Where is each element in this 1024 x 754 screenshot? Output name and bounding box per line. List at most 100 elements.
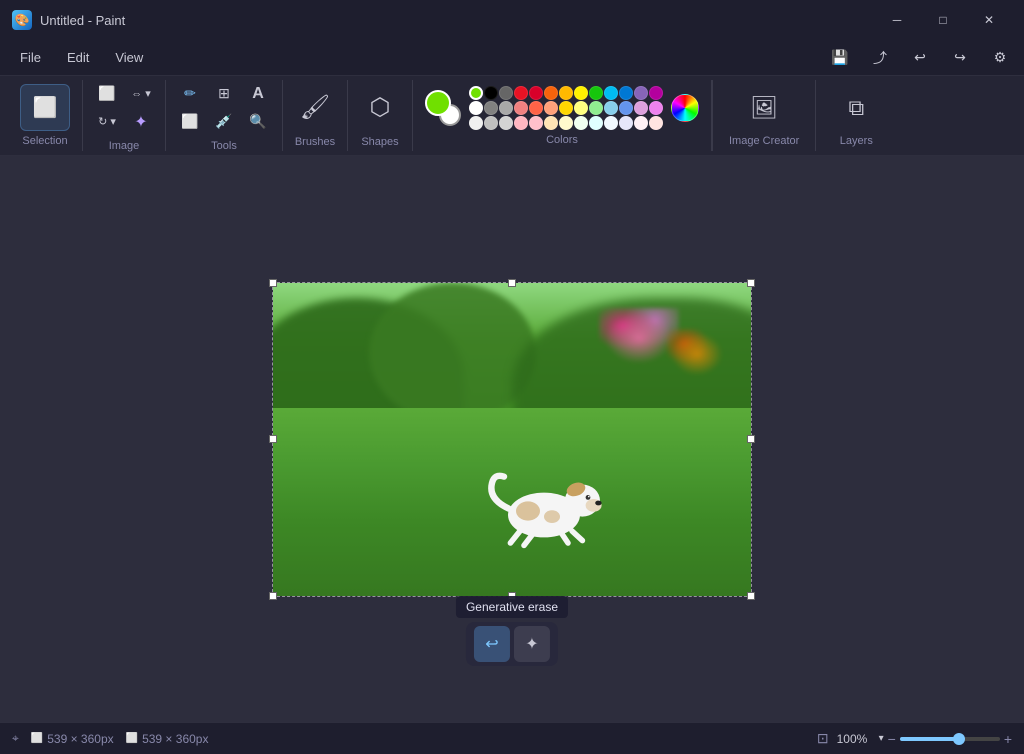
image-creator-group: 🖼 Image Creator xyxy=(712,80,815,151)
pencil-button[interactable]: ✏ xyxy=(174,80,206,108)
swatch-yellow[interactable] xyxy=(574,86,588,100)
resize-button[interactable]: ⇔ ▾ xyxy=(125,80,157,108)
share-button[interactable]: ⤴ xyxy=(864,44,896,72)
handle-top-right[interactable] xyxy=(747,279,755,287)
swatch-gold[interactable] xyxy=(559,86,573,100)
rotate-button[interactable]: ↻ ▾ xyxy=(91,108,123,136)
maximize-button[interactable]: □ xyxy=(920,4,966,36)
swatch-gray[interactable] xyxy=(499,86,513,100)
menu-view[interactable]: View xyxy=(103,46,155,69)
selection-size-text: 539 × 360px xyxy=(47,732,113,746)
canvas-area: Generative erase ↩ ✦ xyxy=(0,156,1024,722)
settings-button[interactable]: ⚙ xyxy=(984,44,1016,72)
swatch-red2[interactable] xyxy=(529,86,543,100)
swatch-lgreen[interactable] xyxy=(589,101,603,115)
swatch-honeydew[interactable] xyxy=(574,116,588,130)
swatch-gold2[interactable] xyxy=(559,101,573,115)
swatch-aliceblue[interactable] xyxy=(604,116,618,130)
selection-size-status: ⬜ 539 × 360px xyxy=(31,732,114,746)
zoom-slider[interactable] xyxy=(900,737,1000,741)
swatch-cyan[interactable] xyxy=(604,86,618,100)
swatch-orange[interactable] xyxy=(544,86,558,100)
color-picker-button[interactable] xyxy=(671,94,699,122)
swatch-silver[interactable] xyxy=(484,116,498,130)
swatch-lpink[interactable] xyxy=(514,116,528,130)
swatch-purple[interactable] xyxy=(634,86,648,100)
menu-file[interactable]: File xyxy=(8,46,53,69)
color-swatches xyxy=(469,86,663,130)
swatch-pink1[interactable] xyxy=(514,101,528,115)
zoom-button[interactable]: 🔍 xyxy=(242,108,274,136)
image-row1: ⬜ ⇔ ▾ xyxy=(91,80,157,108)
zoom-dropdown-button[interactable]: ▾ xyxy=(879,733,884,744)
image-creator-label: Image Creator xyxy=(729,135,799,147)
magic-select-button[interactable]: ✦ xyxy=(514,626,550,662)
zoom-value-text: 100% xyxy=(837,732,875,746)
handle-bot-left[interactable] xyxy=(269,592,277,600)
swatch-magenta[interactable] xyxy=(649,86,663,100)
swatch-tomato[interactable] xyxy=(529,101,543,115)
colors-inner xyxy=(425,86,699,130)
app-icon: 🎨 xyxy=(12,10,32,30)
save-button[interactable]: 💾 xyxy=(824,44,856,72)
handle-mid-right[interactable] xyxy=(747,435,755,443)
minimize-button[interactable]: ─ xyxy=(874,4,920,36)
swatch-lime[interactable] xyxy=(589,86,603,100)
brushes-button[interactable]: 🖌 xyxy=(291,84,339,132)
menu-bar: File Edit View 💾 ⤴ ↩ ↪ ⚙ xyxy=(0,40,1024,76)
swatch-gray2[interactable] xyxy=(484,101,498,115)
swatch-ly[interactable] xyxy=(574,101,588,115)
swatch-green[interactable] xyxy=(469,86,483,100)
zoom-in-button[interactable]: + xyxy=(1004,731,1012,747)
title-bar: 🎨 Untitled - Paint ─ □ ✕ xyxy=(0,0,1024,40)
swatch-cornblue[interactable] xyxy=(619,101,633,115)
eyedropper-button[interactable]: 💉 xyxy=(208,108,240,136)
close-button[interactable]: ✕ xyxy=(966,4,1012,36)
eraser-button[interactable]: ⬜ xyxy=(174,108,206,136)
swatch-lgray[interactable] xyxy=(499,101,513,115)
tools-group: ✏ ⊞ A ⬜ 💉 🔍 Tools xyxy=(166,80,283,151)
swatch-plum[interactable] xyxy=(634,101,648,115)
swatch-white[interactable] xyxy=(469,101,483,115)
canvas-size-icon: ⬜ xyxy=(126,733,138,744)
swatch-azure[interactable] xyxy=(589,116,603,130)
swatch-moccasin[interactable] xyxy=(544,116,558,130)
floating-toolbar: Generative erase ↩ ✦ xyxy=(456,596,568,666)
image-creator-button[interactable]: 🖼 xyxy=(740,84,788,131)
ai-select-button[interactable]: ✦ xyxy=(125,108,157,136)
handle-top-left[interactable] xyxy=(269,279,277,287)
zoom-out-button[interactable]: − xyxy=(888,731,896,747)
selection-size-icon: ⬜ xyxy=(31,733,43,744)
swatch-black[interactable] xyxy=(484,86,498,100)
swatch-salmon[interactable] xyxy=(544,101,558,115)
handle-mid-left[interactable] xyxy=(269,435,277,443)
swatch-pink2[interactable] xyxy=(529,116,543,130)
swatch-red1[interactable] xyxy=(514,86,528,100)
zoom-fit-icon[interactable]: ⊡ xyxy=(817,730,829,747)
swatch-lavender[interactable] xyxy=(619,116,633,130)
swatch-violet[interactable] xyxy=(649,101,663,115)
cursor-status: ⌖ xyxy=(12,731,19,746)
generative-erase-button[interactable]: ↩ xyxy=(474,626,510,662)
layers-button[interactable]: ⧉ xyxy=(832,84,880,131)
selection-button[interactable]: ⬜ xyxy=(20,84,70,131)
menu-right-actions: 💾 ⤴ ↩ ↪ ⚙ xyxy=(824,44,1016,72)
swatch-skyblue[interactable] xyxy=(604,101,618,115)
undo-button[interactable]: ↩ xyxy=(904,44,936,72)
swatch-mistyrose[interactable] xyxy=(634,116,648,130)
swatch-lgray2[interactable] xyxy=(499,116,513,130)
redo-button[interactable]: ↪ xyxy=(944,44,976,72)
bucket-button[interactable]: ⊞ xyxy=(208,80,240,108)
active-colors xyxy=(425,90,461,126)
text-button[interactable]: A xyxy=(242,80,274,108)
crop-button[interactable]: ⬜ xyxy=(91,80,123,108)
foreground-color[interactable] xyxy=(425,90,451,116)
handle-bot-right[interactable] xyxy=(747,592,755,600)
menu-edit[interactable]: Edit xyxy=(55,46,101,69)
swatch-lemon[interactable] xyxy=(559,116,573,130)
shapes-button[interactable]: ⬡ xyxy=(356,84,404,132)
swatch-seashell[interactable] xyxy=(649,116,663,130)
handle-top-mid[interactable] xyxy=(508,279,516,287)
swatch-snow[interactable] xyxy=(469,116,483,130)
swatch-blue[interactable] xyxy=(619,86,633,100)
